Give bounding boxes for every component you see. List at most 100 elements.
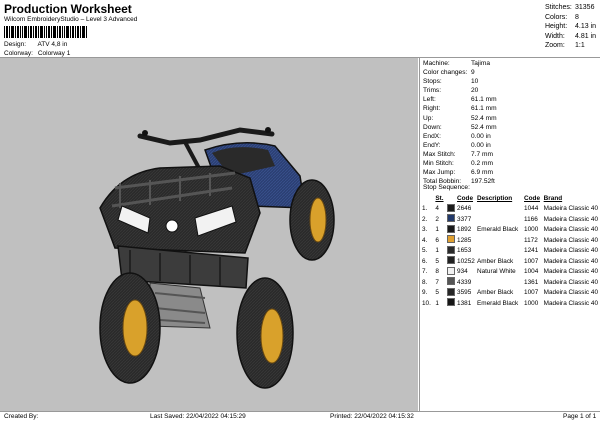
row-swatch [447,203,457,215]
footer-created-by: Created By: [4,413,39,420]
row-brand: Madeira Classic 40 [543,236,598,244]
machine-label: Up: [423,114,434,122]
row-st: 5 [435,257,439,265]
machine-row: Left: 61.1 mm [423,95,599,104]
barcode-image [4,26,87,38]
machine-label: Max Stitch: [423,150,456,158]
row-index: 2. [422,215,428,223]
row-code: 1892 [457,226,472,233]
row-st: 6 [435,236,439,244]
footer-printed: Printed: 22/04/2022 04:15:32 [330,413,414,420]
row-code: 1653 [457,247,472,254]
machine-value: 7.7 mm [471,150,493,158]
design-value: ATV 4,8 in [37,41,68,48]
design-label: Design: [4,41,27,48]
row-brand: Madeira Classic 40 [543,257,598,265]
table-header-row: St. Code Description Code Brand [422,194,600,204]
row-brand: Madeira Classic 40 [543,278,598,286]
row-index: 7. [422,268,428,275]
machine-label: Min Stitch: [423,160,454,168]
color-swatch [447,266,456,275]
col-code: Code [457,195,474,202]
row-description [477,235,524,246]
row-code: 1285 [457,236,472,244]
machine-value: 10 [471,78,479,86]
row-st: 4 [435,205,439,212]
row-code: 10252 [457,257,475,265]
table-row: 2. 2 3377 1166 Madeira Classic 40 [422,214,600,225]
table-row: 10. 1 1381 Emerald Black 1000 Madeira Classic… [422,298,600,309]
row-code2: 1044 [524,205,539,212]
row-brand: Madeira Classic 40 [543,289,598,296]
colorway-label: Colorway: [4,50,33,57]
row-description [477,246,524,257]
row-swatch [447,235,457,246]
design-row: Design: ATV 4,8 in [4,41,67,48]
row-index: 8. [422,278,428,286]
machine-value: 0.00 in [471,132,491,140]
row-brand: Madeira Classic 40 [543,247,598,254]
row-code: 3377 [457,215,472,223]
stat-value: 8 [575,13,579,21]
design-preview-canvas [0,58,418,411]
table-row: 5. 1 1653 1241 Madeira Classic 40 [422,245,600,257]
table-row: 1. 4 2646 1044 Madeira Classic 40 [422,203,600,215]
machine-info: Machine: Tajima Color changes: 9 Stops: 10 … [423,59,599,186]
row-brand: Madeira Classic 40 [543,226,598,233]
row-code: 1381 [457,299,472,307]
machine-row: Down: 52.4 mm [423,123,599,132]
table-row: 4. 6 1285 1172 Madeira Classic 40 [422,235,600,246]
machine-label: Stops: [423,78,442,86]
machine-row: Up: 52.4 mm [423,114,599,123]
stat-value: 1:1 [575,42,585,50]
row-st: 5 [435,289,439,296]
color-swatch [447,245,456,254]
row-brand: Madeira Classic 40 [543,215,598,223]
table-row: 8. 7 4339 1361 Madeira Classic 40 [422,277,600,288]
color-swatch [447,203,456,212]
row-brand: Madeira Classic 40 [543,205,598,212]
machine-row: Max Jump: 6.9 mm [423,168,599,177]
row-index: 6. [422,257,428,265]
col-st: St. [435,195,444,202]
stat-label: Stitches: [545,4,572,11]
machine-value: 52.4 mm [471,114,497,122]
machine-row: Right: 61.1 mm [423,104,599,113]
row-st: 1 [435,226,439,233]
machine-row: EndY: 0.00 in [423,141,599,150]
stat-row: Height: 4.13 in [545,22,599,32]
machine-row: Stops: 10 [423,77,599,86]
stat-label: Height: [545,23,568,31]
machine-value: Tajima [471,60,491,67]
stat-row: Width: 4.81 in [545,32,599,42]
color-swatch [447,298,456,306]
machine-label: EndY: [423,141,441,149]
machine-row: Trims: 20 [423,86,599,95]
row-code2: 1004 [524,268,539,275]
row-index: 10. [422,299,431,307]
stat-value: 4.13 in [575,23,597,31]
row-swatch [447,256,457,267]
row-swatch [447,266,457,278]
machine-row: EndX: 0.00 in [423,132,599,141]
row-code2: 1000 [524,299,539,307]
machine-label: Right: [423,105,441,113]
machine-label: Trims: [423,87,442,95]
row-code2: 1241 [524,247,539,254]
page-title: Production Worksheet [4,2,132,16]
row-brand: Madeira Classic 40 [543,268,598,275]
machine-value: 197.52ft [471,178,495,186]
row-description: Emerald Black [476,299,519,307]
row-swatch [447,214,457,225]
stat-label: Colors: [545,13,568,21]
col-brand: Brand [543,195,563,202]
machine-label: Left: [423,96,436,104]
color-swatch [447,277,456,285]
app-subtitle: Wilcom EmbroideryStudio – Level 3 Advanc… [4,16,138,23]
row-swatch [447,224,457,236]
machine-label: Down: [423,123,442,131]
row-description: Emerald Black [476,226,519,233]
row-description: Amber Black [476,257,514,265]
machine-value: 9 [471,69,475,77]
machine-value: 52.4 mm [471,123,497,131]
